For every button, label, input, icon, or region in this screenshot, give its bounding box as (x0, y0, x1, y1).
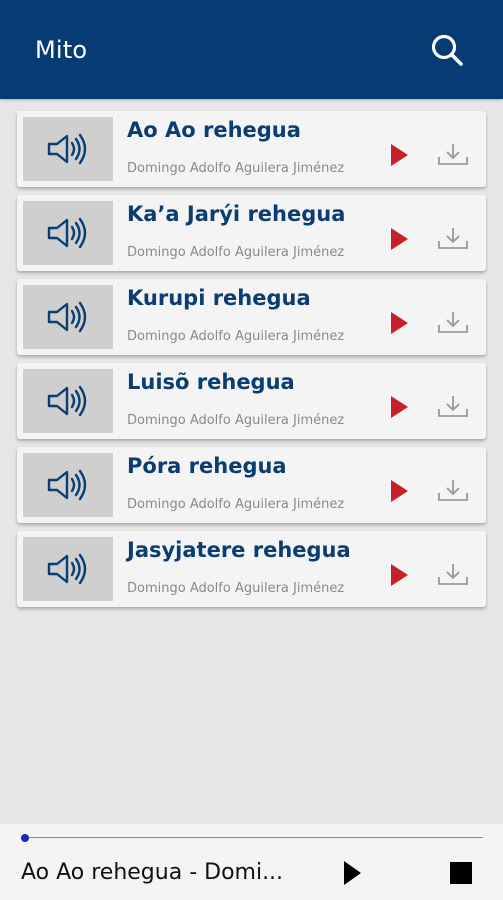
play-icon[interactable] (391, 312, 408, 334)
audio-list: Ao Ao rehegua Domingo Adolfo Aguilera Jim… (17, 111, 486, 615)
item-author: Domingo Adolfo Aguilera Jiménez (127, 245, 345, 260)
search-icon[interactable] (427, 30, 467, 70)
item-author: Domingo Adolfo Aguilera Jiménez (127, 497, 345, 512)
now-playing-label: Ao Ao rehegua - Domi... (21, 860, 284, 885)
list-item[interactable]: Ao Ao rehegua Domingo Adolfo Aguilera Jim… (17, 111, 486, 187)
list-item[interactable]: Ka’a Jarýi rehegua Domingo Adolfo Aguiler… (17, 195, 486, 271)
list-item[interactable]: Jasyjatere rehegua Domingo Adolfo Aguiler… (17, 531, 486, 607)
play-icon[interactable] (391, 144, 408, 166)
player-play-button[interactable] (344, 861, 361, 885)
list-item[interactable]: Luisõ rehegua Domingo Adolfo Aguilera Jim… (17, 363, 486, 439)
list-item[interactable]: Póra rehegua Domingo Adolfo Aguilera Jimé… (17, 447, 486, 523)
play-icon[interactable] (391, 564, 408, 586)
download-icon[interactable] (437, 478, 469, 504)
play-icon[interactable] (391, 228, 408, 250)
download-icon[interactable] (437, 562, 469, 588)
download-icon[interactable] (437, 310, 469, 336)
item-author: Domingo Adolfo Aguilera Jiménez (127, 581, 345, 596)
mini-player: Ao Ao rehegua - Domi... (0, 824, 503, 900)
item-title: Jasyjatere rehegua (127, 538, 351, 562)
play-icon[interactable] (391, 480, 408, 502)
item-title: Ka’a Jarýi rehegua (127, 202, 346, 226)
download-icon[interactable] (437, 226, 469, 252)
progress-knob[interactable] (21, 834, 29, 842)
item-title: Ao Ao rehegua (127, 118, 301, 142)
speaker-icon (23, 453, 113, 517)
speaker-icon (23, 117, 113, 181)
item-author: Domingo Adolfo Aguilera Jiménez (127, 413, 345, 428)
progress-track[interactable] (24, 837, 483, 838)
app-title: Mito (35, 35, 88, 64)
play-icon[interactable] (391, 396, 408, 418)
item-title: Kurupi rehegua (127, 286, 311, 310)
item-author: Domingo Adolfo Aguilera Jiménez (127, 161, 345, 176)
app-bar: Mito (0, 0, 503, 99)
speaker-icon (23, 537, 113, 601)
item-author: Domingo Adolfo Aguilera Jiménez (127, 329, 345, 344)
item-title: Póra rehegua (127, 454, 287, 478)
download-icon[interactable] (437, 142, 469, 168)
speaker-icon (23, 201, 113, 265)
download-icon[interactable] (437, 394, 469, 420)
speaker-icon (23, 369, 113, 433)
list-item[interactable]: Kurupi rehegua Domingo Adolfo Aguilera Ji… (17, 279, 486, 355)
item-title: Luisõ rehegua (127, 370, 295, 394)
speaker-icon (23, 285, 113, 349)
player-stop-button[interactable] (450, 862, 472, 884)
